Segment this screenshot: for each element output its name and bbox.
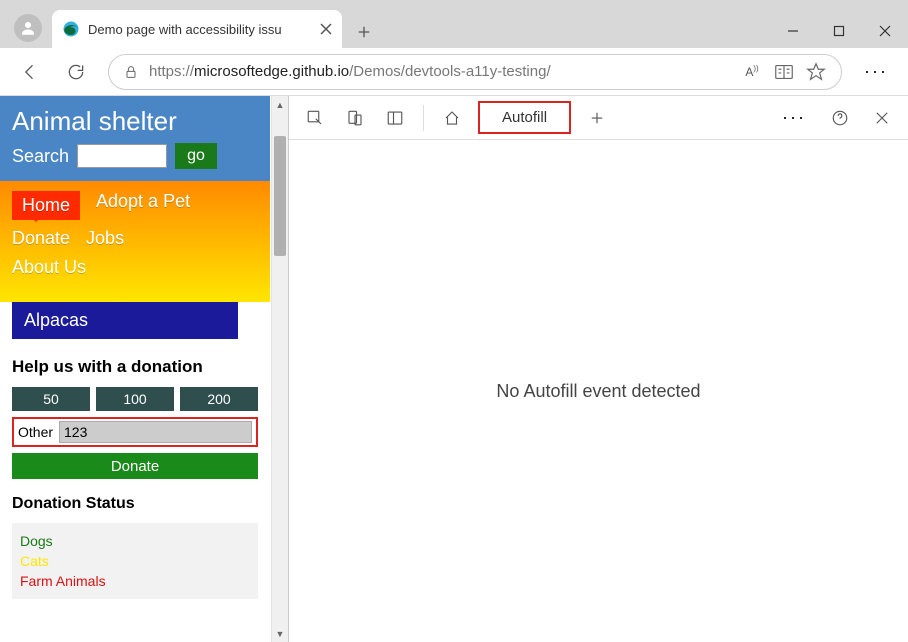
edge-icon xyxy=(62,20,80,38)
url-omnibox[interactable]: https://microsoftedge.github.io/Demos/de… xyxy=(108,54,842,90)
nav-adopt[interactable]: Adopt a Pet xyxy=(96,191,190,220)
scroll-up-icon[interactable]: ▲ xyxy=(272,96,288,113)
site-header: Animal shelter Search go xyxy=(0,96,270,181)
devtools-menu-button[interactable]: ··· xyxy=(772,107,816,128)
favorite-icon[interactable] xyxy=(805,61,827,83)
donate-button[interactable]: Donate xyxy=(12,453,258,479)
window-controls xyxy=(770,14,908,48)
url-text: https://microsoftedge.github.io/Demos/de… xyxy=(149,63,731,80)
close-window-button[interactable] xyxy=(862,14,908,48)
site-title: Animal shelter xyxy=(12,106,258,137)
alpacas-item[interactable]: Alpacas xyxy=(12,302,238,339)
browser-tab[interactable]: Demo page with accessibility issu xyxy=(52,10,342,48)
device-icon[interactable] xyxy=(337,100,373,136)
dock-icon[interactable] xyxy=(377,100,413,136)
reader-icon[interactable] xyxy=(773,61,795,83)
address-bar: https://microsoftedge.github.io/Demos/de… xyxy=(0,48,908,96)
amount-50-button[interactable]: 50 xyxy=(12,387,90,411)
search-label: Search xyxy=(12,146,69,167)
help-icon[interactable] xyxy=(822,100,858,136)
search-input[interactable] xyxy=(77,144,167,168)
other-label: Other xyxy=(18,424,53,440)
browser-menu-button[interactable]: ··· xyxy=(854,61,898,82)
divider xyxy=(423,105,424,131)
back-button[interactable] xyxy=(10,52,50,92)
donation-section: Help us with a donation 50 100 200 Other… xyxy=(0,357,270,479)
amount-200-button[interactable]: 200 xyxy=(180,387,258,411)
nav-menu: Home Adopt a Pet Donate Jobs About Us xyxy=(0,181,270,302)
more-tabs-button[interactable] xyxy=(579,100,615,136)
window-titlebar: Demo page with accessibility issu xyxy=(0,0,908,48)
donation-status-section: Donation Status Dogs Cats Farm Animals xyxy=(0,479,270,599)
other-amount-row: Other xyxy=(12,417,258,447)
refresh-button[interactable] xyxy=(56,52,96,92)
devtools-panel: Autofill ··· No Autofill event detected xyxy=(288,96,908,642)
minimize-button[interactable] xyxy=(770,14,816,48)
autofill-empty-message: No Autofill event detected xyxy=(496,381,700,402)
scroll-down-icon[interactable]: ▼ xyxy=(272,625,288,642)
nav-donate[interactable]: Donate xyxy=(12,228,70,249)
close-icon[interactable] xyxy=(318,21,334,37)
autofill-tab[interactable]: Autofill xyxy=(478,101,571,134)
nav-about[interactable]: About Us xyxy=(12,257,86,278)
profile-avatar[interactable] xyxy=(14,14,42,42)
nav-jobs[interactable]: Jobs xyxy=(86,228,124,249)
read-aloud-icon[interactable]: A)) xyxy=(741,61,763,83)
devtools-toolbar: Autofill ··· xyxy=(289,96,908,140)
status-dogs[interactable]: Dogs xyxy=(20,533,250,549)
maximize-button[interactable] xyxy=(816,14,862,48)
new-tab-button[interactable] xyxy=(348,16,380,48)
welcome-icon[interactable] xyxy=(434,100,470,136)
devtools-body: No Autofill event detected xyxy=(289,140,908,642)
status-cats[interactable]: Cats xyxy=(20,553,250,569)
donation-heading: Help us with a donation xyxy=(12,357,258,377)
amount-100-button[interactable]: 100 xyxy=(96,387,174,411)
scrollbar-thumb[interactable] xyxy=(274,136,286,256)
lock-icon xyxy=(123,64,139,80)
inspect-icon[interactable] xyxy=(297,100,333,136)
status-heading: Donation Status xyxy=(12,495,258,513)
devtools-close-button[interactable] xyxy=(864,100,900,136)
tab-title: Demo page with accessibility issu xyxy=(88,22,310,37)
scrollbar[interactable]: ▲ ▼ xyxy=(271,96,288,642)
other-amount-input[interactable] xyxy=(59,421,252,443)
nav-home[interactable]: Home xyxy=(12,191,80,220)
status-farm[interactable]: Farm Animals xyxy=(20,573,250,589)
search-go-button[interactable]: go xyxy=(175,143,217,169)
page-viewport: Animal shelter Search go Home Adopt a Pe… xyxy=(0,96,288,642)
